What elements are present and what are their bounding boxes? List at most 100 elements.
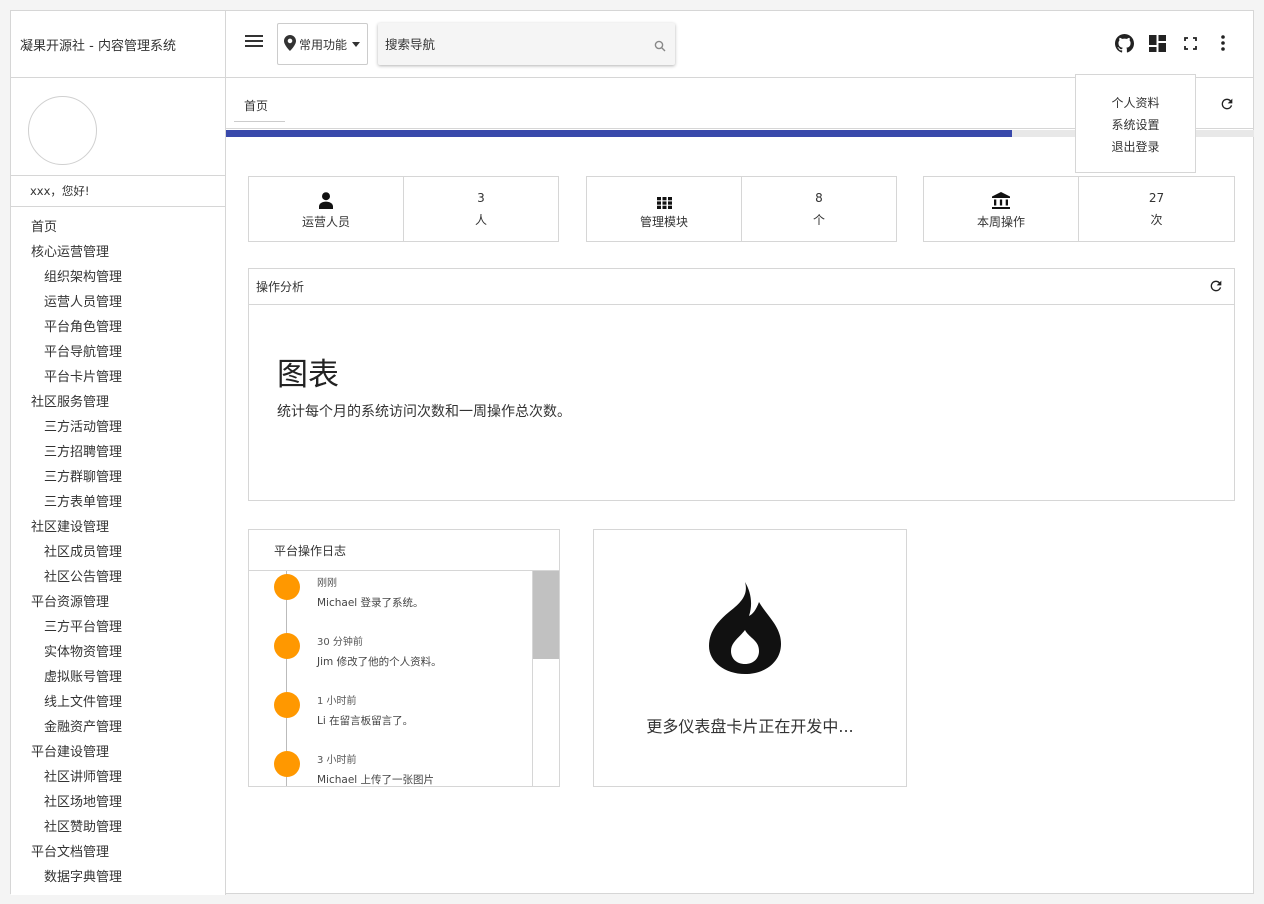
sidebar-item[interactable]: 实体物资管理: [11, 638, 225, 663]
log-scrollbar[interactable]: [532, 571, 559, 786]
sidebar-nav: 首页 核心运营管理 组织架构管理 运营人员管理 平台角色管理 平台导航管理 平台卡片管理 社区…: [11, 207, 225, 888]
sidebar-item[interactable]: 平台角色管理: [11, 313, 225, 338]
sidebar-item[interactable]: 社区公告管理: [11, 563, 225, 588]
sidebar-item[interactable]: 核心运营管理: [11, 238, 225, 263]
panel-header: 操作分析: [249, 269, 1234, 305]
sidebar-item[interactable]: 三方群聊管理: [11, 463, 225, 488]
log-entry: 1 小时前 Li 在留言板留言了。: [249, 689, 531, 739]
flame-icon: [709, 582, 781, 678]
avatar[interactable]: [28, 96, 97, 165]
greeting: xxx，您好!: [11, 176, 225, 207]
log-entry: 刚刚 Michael 登录了系统。: [249, 571, 531, 621]
stat-unit: 人: [474, 212, 487, 227]
stat-value-weekly-ops: 27 次: [1078, 176, 1235, 242]
sidebar-item[interactable]: 平台资源管理: [11, 588, 225, 613]
progress-fill: [226, 130, 1013, 137]
stat-label: 本周操作: [976, 214, 1025, 229]
stat-card-modules[interactable]: 管理模块: [586, 176, 742, 242]
sidebar-item[interactable]: 社区讲师管理: [11, 763, 225, 788]
log-list: 刚刚 Michael 登录了系统。 30 分钟前 Jim 修改了他的个人资料。 …: [249, 571, 559, 786]
stat-unit: 个: [812, 212, 825, 227]
log-message: Michael 上传了一张图片: [317, 774, 435, 786]
timeline-dot: [274, 751, 300, 777]
common-functions-label: 常用功能: [299, 37, 348, 52]
timeline-dot: [274, 633, 300, 659]
sidebar-item[interactable]: 组织架构管理: [11, 263, 225, 288]
search-input[interactable]: [385, 36, 645, 52]
stat-value-operators: 3 人: [403, 176, 559, 242]
search-icon[interactable]: [654, 37, 666, 56]
dev-placeholder-card: 更多仪表盘卡片正在开发中...: [593, 529, 907, 787]
app-title: 凝果开源社 - 内容管理系统: [11, 11, 225, 78]
panel-description: 统计每个月的系统访问次数和一周操作总次数。: [277, 404, 571, 420]
menu-item-logout[interactable]: 退出登录: [1076, 135, 1195, 157]
top-actions: [1114, 33, 1233, 53]
log-time: 1 小时前: [317, 696, 357, 707]
sidebar-item[interactable]: 社区场地管理: [11, 788, 225, 813]
menu-item-settings[interactable]: 系统设置: [1076, 113, 1195, 135]
dev-message: 更多仪表盘卡片正在开发中...: [646, 717, 854, 736]
log-header: 平台操作日志: [249, 530, 559, 571]
github-icon[interactable]: [1114, 33, 1134, 53]
sidebar-item[interactable]: 平台卡片管理: [11, 363, 225, 388]
person-icon: [319, 189, 333, 209]
location-pin-icon: [284, 34, 296, 54]
log-time: 刚刚: [317, 578, 337, 589]
grid-icon: [656, 189, 672, 209]
refresh-icon[interactable]: [1208, 278, 1224, 297]
sidebar-item[interactable]: 数据字典管理: [11, 863, 225, 888]
log-entry: 3 小时前 Michael 上传了一张图片: [249, 748, 531, 786]
stat-label: 运营人员: [301, 214, 350, 229]
sidebar-item[interactable]: 线上文件管理: [11, 688, 225, 713]
menu-item-profile[interactable]: 个人资料: [1076, 91, 1195, 113]
operation-analysis-panel: 操作分析 图表 统计每个月的系统访问次数和一周操作总次数。: [248, 268, 1235, 501]
dashboard-icon[interactable]: [1147, 33, 1167, 53]
sidebar-item[interactable]: 社区服务管理: [11, 388, 225, 413]
fullscreen-icon[interactable]: [1180, 33, 1200, 53]
stat-label: 管理模块: [639, 214, 688, 229]
sidebar-item[interactable]: 三方平台管理: [11, 613, 225, 638]
sidebar-item[interactable]: 三方表单管理: [11, 488, 225, 513]
panel-header-label: 操作分析: [256, 280, 305, 294]
sidebar: 凝果开源社 - 内容管理系统 xxx，您好! 首页 核心运营管理 组织架构管理 运营人…: [11, 11, 226, 895]
sidebar-item[interactable]: 社区成员管理: [11, 538, 225, 563]
more-vert-icon[interactable]: [1213, 33, 1233, 53]
sidebar-item[interactable]: 运营人员管理: [11, 288, 225, 313]
bank-icon: [992, 189, 1010, 209]
tab-home[interactable]: 首页: [234, 90, 285, 122]
sidebar-item[interactable]: 三方招聘管理: [11, 438, 225, 463]
log-entry: 30 分钟前 Jim 修改了他的个人资料。: [249, 630, 531, 680]
scrollbar-thumb[interactable]: [533, 571, 559, 659]
refresh-icon[interactable]: [1219, 96, 1235, 116]
profile-area: [11, 78, 225, 176]
stat-value-modules: 8 个: [741, 176, 897, 242]
panel-title: 图表: [277, 357, 339, 393]
sidebar-item[interactable]: 平台文档管理: [11, 838, 225, 863]
sidebar-item[interactable]: 金融资产管理: [11, 713, 225, 738]
chevron-down-icon: [352, 41, 361, 47]
sidebar-item[interactable]: 平台建设管理: [11, 738, 225, 763]
log-time: 30 分钟前: [317, 637, 363, 648]
app-frame: 凝果开源社 - 内容管理系统 xxx，您好! 首页 核心运营管理 组织架构管理 运营人…: [10, 10, 1254, 895]
sidebar-item[interactable]: 社区赞助管理: [11, 813, 225, 838]
operation-log-card: 平台操作日志 刚刚 Michael 登录了系统。 30 分钟前 Jim 修改了他…: [248, 529, 560, 787]
menu-toggle-icon[interactable]: [245, 35, 263, 51]
sidebar-item[interactable]: 三方活动管理: [11, 413, 225, 438]
common-functions-dropdown[interactable]: 常用功能: [277, 23, 368, 65]
sidebar-item[interactable]: 虚拟账号管理: [11, 663, 225, 688]
stat-card-operators[interactable]: 运营人员: [248, 176, 404, 242]
top-bar: 常用功能: [226, 11, 1253, 78]
stat-card-weekly-ops[interactable]: 本周操作: [923, 176, 1079, 242]
sidebar-item[interactable]: 社区建设管理: [11, 513, 225, 538]
log-time: 3 小时前: [317, 755, 357, 766]
user-menu: 个人资料 系统设置 退出登录: [1075, 74, 1196, 173]
timeline-dot: [274, 574, 300, 600]
log-message: Jim 修改了他的个人资料。: [317, 656, 442, 668]
sidebar-item[interactable]: 首页: [11, 213, 225, 238]
search-nav[interactable]: [378, 23, 675, 65]
timeline-dot: [274, 692, 300, 718]
sidebar-item[interactable]: 平台导航管理: [11, 338, 225, 363]
log-message: Li 在留言板留言了。: [317, 715, 414, 727]
log-message: Michael 登录了系统。: [317, 597, 424, 609]
stat-number: 3: [477, 190, 485, 205]
